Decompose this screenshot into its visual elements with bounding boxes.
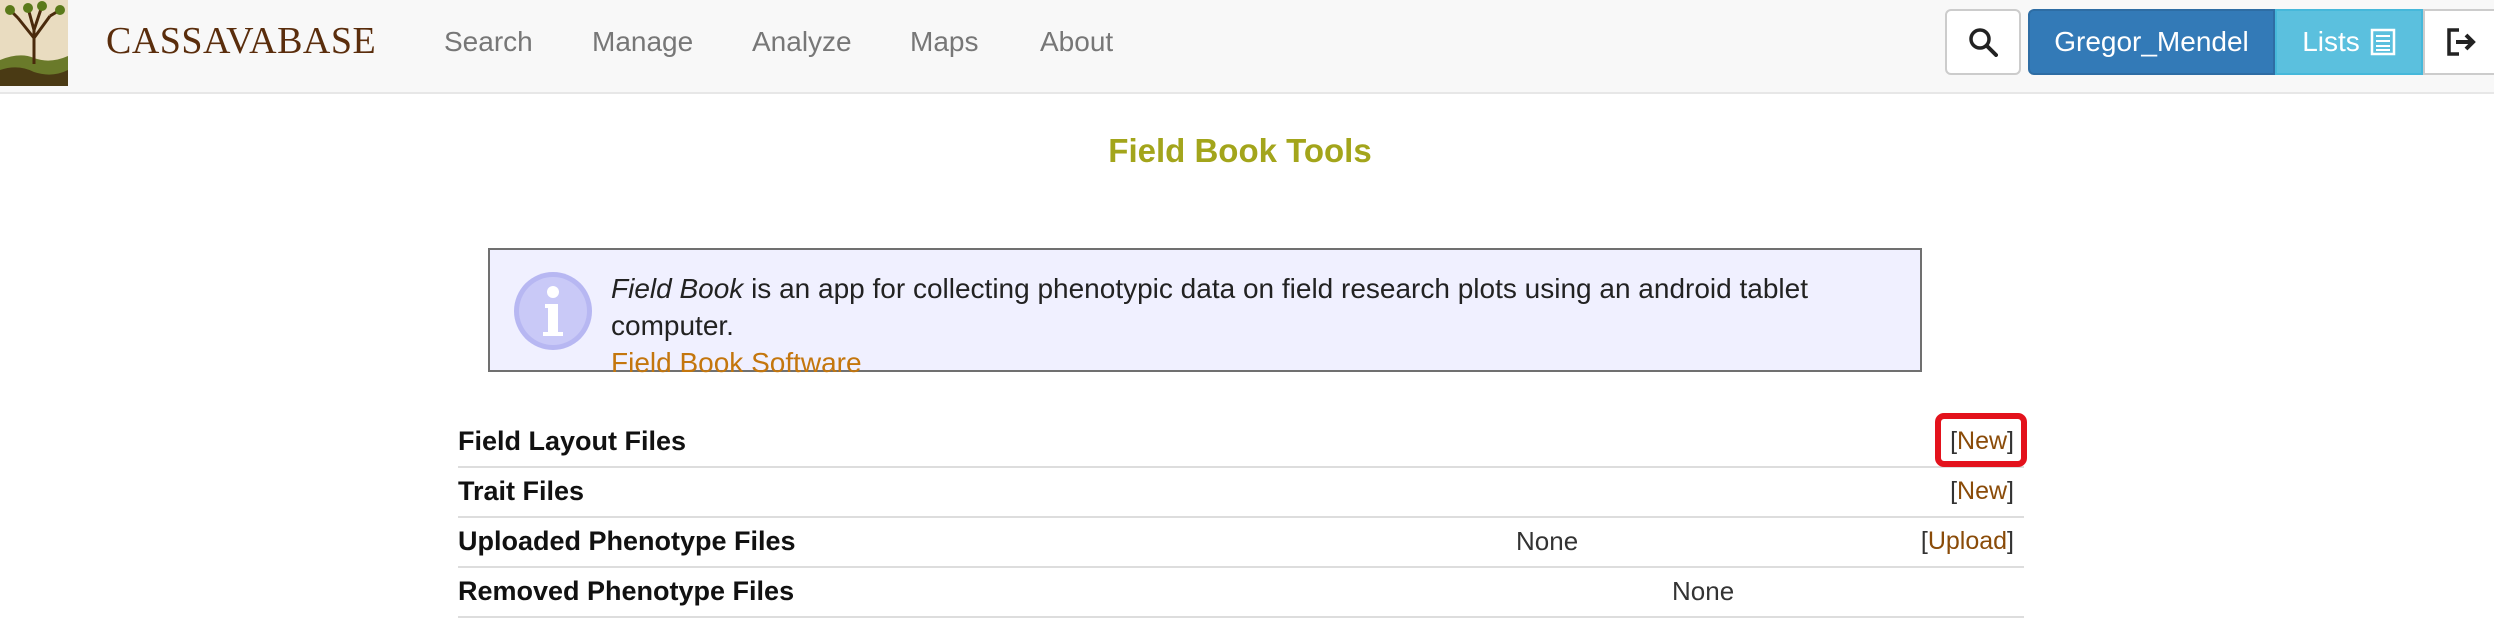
section-removed-phenotype-files: Removed Phenotype Files None xyxy=(458,566,2024,618)
user-name: Gregor_Mendel xyxy=(2054,26,2249,57)
list-icon xyxy=(2370,28,2396,56)
field-book-software-link[interactable]: Field Book Software xyxy=(611,347,862,378)
lists-button[interactable]: Lists xyxy=(2275,9,2423,75)
section-title: Removed Phenotype Files xyxy=(458,576,795,606)
section-status: None xyxy=(1672,576,1735,606)
nav-about[interactable]: About xyxy=(1040,26,1113,58)
app-description: is an app for collecting phenotypic data… xyxy=(611,273,1808,341)
nav-search[interactable]: Search xyxy=(444,26,533,58)
nav-maps[interactable]: Maps xyxy=(910,26,978,58)
search-button[interactable] xyxy=(1945,9,2021,75)
app-name: Field Book xyxy=(611,273,744,304)
section-title: Field Layout Files xyxy=(458,426,687,456)
brand-name[interactable]: CASSAVABASE xyxy=(106,19,376,63)
lists-label: Lists xyxy=(2302,26,2360,57)
page-title: Field Book Tools xyxy=(1108,132,1372,169)
section-action: [New] xyxy=(1950,477,2014,505)
section-field-layout-files: Field Layout Files [New] xyxy=(458,416,2024,468)
highlight-box xyxy=(1935,413,2027,467)
user-button[interactable]: Gregor_Mendel xyxy=(2028,9,2275,75)
section-title: Uploaded Phenotype Files xyxy=(458,526,796,556)
info-icon xyxy=(514,272,592,350)
search-icon xyxy=(1969,28,1998,57)
section-status: None xyxy=(1516,526,1579,556)
upload-phenotype-link[interactable]: Upload xyxy=(1928,527,2007,555)
logout-icon xyxy=(2447,28,2476,56)
info-box: Field Book is an app for collecting phen… xyxy=(488,248,1922,378)
section-uploaded-phenotype-files: Uploaded Phenotype Files None [Upload] xyxy=(458,516,2024,568)
nav-manage[interactable]: Manage xyxy=(592,26,693,58)
new-trait-file-link[interactable]: New xyxy=(1957,477,2007,505)
logout-button[interactable] xyxy=(2423,9,2494,75)
section-trait-files: Trait Files [New] xyxy=(458,466,2024,518)
section-title: Trait Files xyxy=(458,476,585,506)
cassava-logo-icon[interactable] xyxy=(0,0,68,86)
section-action: [Upload] xyxy=(1920,527,2014,555)
nav-analyze[interactable]: Analyze xyxy=(752,26,852,58)
top-navbar: CASSAVABASE Search Manage Analyze Maps A… xyxy=(0,0,2494,94)
info-text: Field Book is an app for collecting phen… xyxy=(611,270,1920,381)
